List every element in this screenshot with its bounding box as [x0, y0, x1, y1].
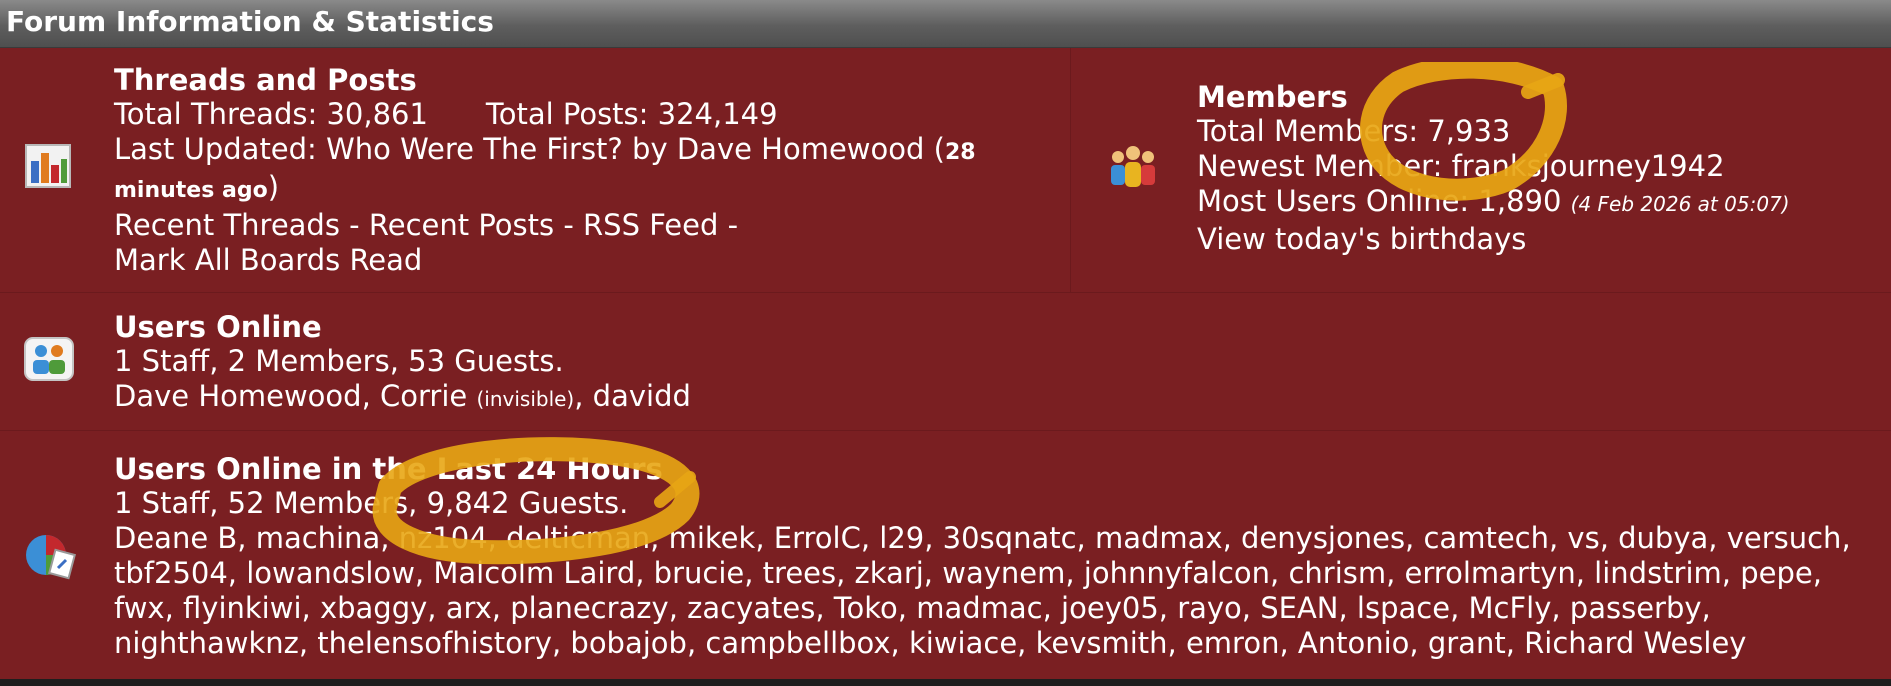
rss-feed-link[interactable]: RSS Feed — [583, 208, 718, 242]
invisible-note: (invisible) — [476, 387, 575, 411]
users-24h-list-line[interactable]: fwx, flyinkiwi, xbaggy, arx, planecrazy,… — [114, 591, 1851, 626]
total-posts: Total Posts: 324,149 — [485, 97, 778, 131]
users-24h-list-line[interactable]: Deane B, machina, nz104, delticman, mike… — [114, 521, 1851, 556]
threads-links: Recent Threads - Recent Posts - RSS Feed… — [114, 208, 739, 242]
users-online-title: Users Online — [114, 310, 322, 344]
recent-threads-link[interactable]: Recent Threads — [114, 208, 340, 242]
mark-all-read-link[interactable]: Mark All Boards Read — [114, 243, 422, 277]
users-24h-summary: 1 Staff, 52 Members, 9,842 Guests. — [114, 486, 629, 520]
time-ago-part2: minutes ago — [114, 178, 268, 203]
total-members-value: 7,933 — [1427, 114, 1511, 148]
users-online-list: Dave Homewood, Corrie (invisible), david… — [114, 379, 691, 413]
users-online-section: Users Online 1 Staff, 2 Members, 53 Gues… — [114, 310, 691, 417]
row-divider — [0, 430, 1891, 431]
users-24h-section: Users Online in the Last 24 Hours 1 Staf… — [114, 452, 1851, 661]
users-24h-title: Users Online in the Last 24 Hours — [114, 452, 663, 486]
most-online-value: 1,890 — [1478, 184, 1562, 218]
section-title: Forum Information & Statistics — [6, 5, 494, 38]
users-online-summary: 1 Staff, 2 Members, 53 Guests. — [114, 344, 564, 378]
last-updated: Last Updated: Who Were The First? by Dav… — [114, 132, 976, 166]
users-24h-list-line[interactable]: nighthawknz, thelensofhistory, bobajob, … — [114, 626, 1851, 661]
online-user-link[interactable]: Dave Homewood — [114, 379, 362, 413]
last-updated-cont: minutes ago) — [114, 170, 280, 204]
last-thread-link[interactable]: Who Were The First? — [326, 132, 623, 166]
most-online-date: (4 Feb 2026 at 05:07) — [1570, 192, 1790, 216]
members-section: Members Total Members: 7,933 Newest Memb… — [1197, 80, 1790, 256]
time-ago-part1: 28 — [944, 140, 976, 165]
recent-posts-link[interactable]: Recent Posts — [369, 208, 554, 242]
online-user-link[interactable]: Corrie — [380, 379, 467, 413]
online-user-link[interactable]: davidd — [593, 379, 691, 413]
row-divider — [0, 292, 1891, 293]
members-title: Members — [1197, 80, 1348, 114]
section-header: Forum Information & Statistics — [0, 0, 1891, 48]
threads-section: Threads and Posts Total Threads: 30,861 T… — [114, 63, 976, 278]
threads-title: Threads and Posts — [114, 63, 417, 97]
total-threads: Total Threads: 30,861 — [114, 97, 428, 131]
birthdays-link[interactable]: View today's birthdays — [1197, 222, 1526, 256]
newest-member-link[interactable]: franksjourney1942 — [1452, 149, 1725, 183]
column-divider — [1070, 48, 1071, 292]
users-24h-icon — [22, 528, 76, 582]
threads-counts: Total Threads: 30,861 Total Posts: 324,14… — [114, 97, 976, 132]
stats-icon — [22, 139, 76, 193]
users-online-icon — [22, 332, 76, 386]
bottom-border — [0, 679, 1891, 686]
users-24h-list-line[interactable]: tbf2504, lowandslow, Malcolm Laird, bruc… — [114, 556, 1851, 591]
members-icon — [1106, 140, 1160, 194]
last-poster-link[interactable]: Dave Homewood — [677, 132, 925, 166]
